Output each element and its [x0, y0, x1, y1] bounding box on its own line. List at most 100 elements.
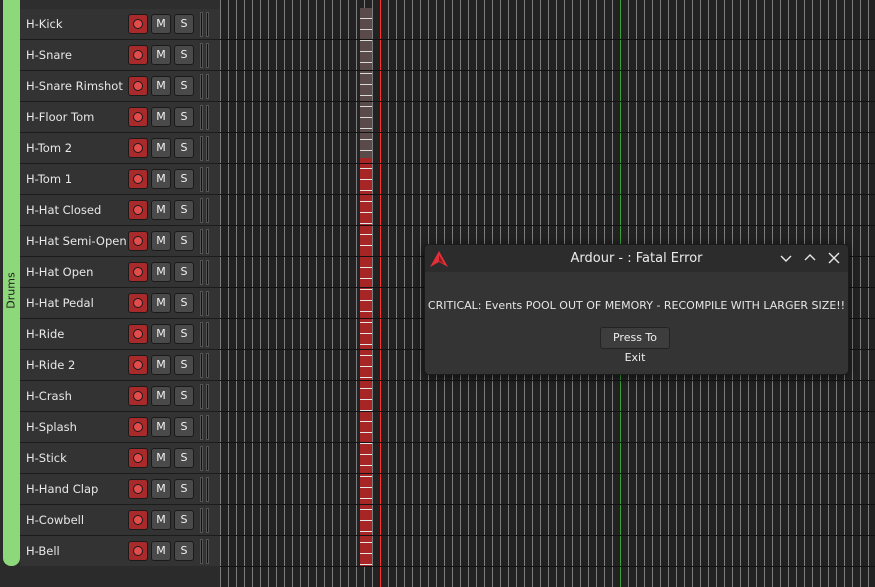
level-meter	[206, 43, 209, 68]
lane-separator	[220, 101, 875, 102]
track-row[interactable]: H-Cowbell M S	[20, 505, 220, 536]
mute-button[interactable]: M	[151, 200, 171, 220]
solo-button[interactable]: S	[174, 262, 194, 282]
solo-button[interactable]: S	[174, 324, 194, 344]
mute-button[interactable]: M	[151, 262, 171, 282]
track-row[interactable]: H-Bell M S	[20, 536, 220, 567]
mute-button[interactable]: M	[151, 541, 171, 561]
solo-button[interactable]: S	[174, 231, 194, 251]
record-arm-button[interactable]	[128, 231, 148, 251]
track-row[interactable]: H-Tom 2 MS	[20, 133, 220, 164]
press-to-exit-button[interactable]: Press To Exit	[600, 327, 670, 364]
record-arm-button[interactable]	[128, 107, 148, 127]
record-arm-button[interactable]	[128, 200, 148, 220]
track-name: H-Kick	[26, 17, 63, 31]
mute-button[interactable]: M	[151, 324, 171, 344]
track-row[interactable]: H-Hat Pedal M S	[20, 288, 220, 319]
record-arm-button[interactable]	[128, 386, 148, 406]
solo-button[interactable]: S	[174, 76, 194, 96]
drums-group-label: Drums	[5, 271, 19, 309]
record-arm-button[interactable]	[128, 169, 148, 189]
record-arm-button[interactable]	[128, 76, 148, 96]
track-row[interactable]: H-Splash M S	[20, 412, 220, 443]
track-name: H-Stick	[26, 451, 67, 465]
mute-button[interactable]: M	[151, 448, 171, 468]
track-row[interactable]: H-Snare Rimshot M S	[20, 71, 220, 102]
lane-separator	[220, 442, 875, 443]
mute-button[interactable]: M	[151, 45, 171, 65]
record-arm-button[interactable]	[128, 45, 148, 65]
minimize-icon[interactable]	[778, 250, 794, 266]
track-name: H-Snare	[26, 48, 72, 62]
record-arm-button[interactable]	[128, 324, 148, 344]
track-row[interactable]: H-Snare M S	[20, 40, 220, 71]
track-row[interactable]: H-Tom 1 MS	[20, 164, 220, 195]
track-row[interactable]: H-Hat Semi-Open M S	[20, 226, 220, 257]
record-arm-button[interactable]	[128, 14, 148, 34]
record-arm-button[interactable]	[128, 355, 148, 375]
solo-button[interactable]: S	[174, 14, 194, 34]
solo-button[interactable]: S	[174, 479, 194, 499]
solo-button[interactable]: S	[174, 417, 194, 437]
track-name: H-Tom 1	[26, 172, 73, 186]
solo-button[interactable]: S	[174, 355, 194, 375]
mute-button[interactable]: M	[151, 417, 171, 437]
track-row[interactable]: H-Hand Clap M S	[20, 474, 220, 505]
track-name: H-Floor Tom	[26, 110, 95, 124]
record-arm-button[interactable]	[128, 417, 148, 437]
level-meter	[200, 167, 203, 192]
record-arm-button[interactable]	[128, 510, 148, 530]
close-icon[interactable]	[826, 250, 842, 266]
solo-button[interactable]: S	[174, 138, 194, 158]
playhead-line[interactable]	[380, 0, 381, 587]
record-arm-button[interactable]	[128, 138, 148, 158]
track-name: H-Hat Open	[26, 265, 94, 279]
track-row[interactable]: H-Crash M S	[20, 381, 220, 412]
solo-button[interactable]: S	[174, 386, 194, 406]
level-meter	[206, 415, 209, 440]
track-row[interactable]: H-Ride 2 MS	[20, 350, 220, 381]
mute-button[interactable]: M	[151, 510, 171, 530]
track-name: H-Ride	[26, 327, 65, 341]
level-meter	[200, 446, 203, 471]
level-meter	[206, 384, 209, 409]
track-row[interactable]: H-Hat Open M S	[20, 257, 220, 288]
track-row[interactable]: H-Floor Tom M S	[20, 102, 220, 133]
solo-button[interactable]: S	[174, 448, 194, 468]
track-name: H-Ride 2	[26, 358, 76, 372]
mute-button[interactable]: M	[151, 138, 171, 158]
solo-button[interactable]: S	[174, 541, 194, 561]
track-row[interactable]: H-Hat Closed M S	[20, 195, 220, 226]
solo-button[interactable]: S	[174, 200, 194, 220]
solo-button[interactable]: S	[174, 107, 194, 127]
maximize-icon[interactable]	[802, 250, 818, 266]
record-arm-button[interactable]	[128, 293, 148, 313]
solo-button[interactable]: S	[174, 510, 194, 530]
mute-button[interactable]: M	[151, 293, 171, 313]
level-meter	[200, 291, 203, 316]
dialog-titlebar[interactable]: Ardour - : Fatal Error	[425, 245, 848, 272]
record-arm-button[interactable]	[128, 262, 148, 282]
level-meter	[206, 12, 209, 37]
record-arm-button[interactable]	[128, 479, 148, 499]
mute-button[interactable]: M	[151, 386, 171, 406]
level-meter	[206, 322, 209, 347]
track-row[interactable]: H-Stick M S	[20, 443, 220, 474]
midi-region-upper[interactable]	[360, 8, 372, 158]
mute-button[interactable]: M	[151, 14, 171, 34]
solo-button[interactable]: S	[174, 293, 194, 313]
mute-button[interactable]: M	[151, 231, 171, 251]
mute-button[interactable]: M	[151, 479, 171, 499]
record-arm-button[interactable]	[128, 448, 148, 468]
solo-button[interactable]: S	[174, 169, 194, 189]
mute-button[interactable]: M	[151, 107, 171, 127]
track-row[interactable]: H-Kick M S	[20, 9, 220, 40]
track-row[interactable]: H-Ride M S	[20, 319, 220, 350]
mute-button[interactable]: M	[151, 76, 171, 96]
record-arm-button[interactable]	[128, 541, 148, 561]
level-meter	[206, 446, 209, 471]
mute-button[interactable]: M	[151, 355, 171, 375]
mute-button[interactable]: M	[151, 169, 171, 189]
level-meter	[206, 539, 209, 564]
solo-button[interactable]: S	[174, 45, 194, 65]
